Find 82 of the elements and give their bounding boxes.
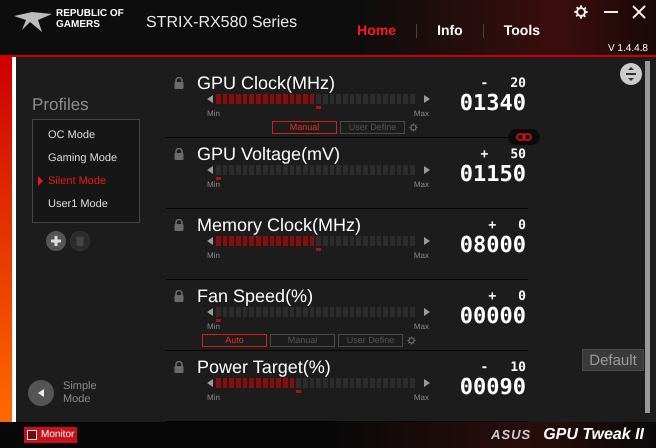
offset-sign: - (480, 76, 488, 91)
min-label: Min (207, 392, 220, 403)
nav-tab[interactable]: Tools (504, 20, 540, 41)
right-arrow-icon[interactable] (424, 236, 430, 245)
min-label: Min (207, 180, 220, 190)
right-arrow-icon[interactable] (424, 166, 430, 174)
brand-text: REPUBLIC OF GAMERS (56, 8, 125, 30)
offset-sign: + (488, 290, 496, 304)
offset-value: 20 (510, 76, 526, 91)
control-title: GPU Clock(MHz) (197, 72, 336, 94)
scrollbar[interactable] (645, 60, 650, 413)
profile-item[interactable]: Gaming Mode (33, 148, 139, 167)
expand-icon[interactable] (620, 62, 642, 85)
gear-icon[interactable] (406, 334, 417, 346)
max-label: Max (414, 392, 429, 403)
window-title: STRIX-RX580 Series (146, 13, 298, 33)
slider-thumb[interactable] (316, 106, 321, 109)
trash-icon (76, 236, 84, 246)
simple-mode-label: Simple Mode (63, 380, 98, 406)
lock-icon[interactable] (174, 360, 184, 373)
selected-arrow-icon (38, 176, 43, 186)
control-title: Fan Speed(%) (197, 284, 314, 307)
profile-item[interactable]: User1 Mode (33, 194, 139, 213)
min-label: Min (207, 108, 220, 119)
settings-icon[interactable] (572, 3, 590, 21)
profiles-heading: Profiles (32, 94, 90, 115)
offset-value: 0 (518, 218, 526, 233)
control-title: GPU Voltage(mV) (197, 142, 342, 165)
maker-logo: ASUS (491, 426, 532, 444)
min-label: Min (207, 250, 220, 261)
lock-icon[interactable] (174, 76, 184, 89)
left-arrow-icon[interactable] (207, 236, 213, 245)
lock-icon[interactable] (174, 290, 184, 302)
left-arrow-icon[interactable] (207, 378, 213, 387)
add-profile-button[interactable] (46, 230, 66, 251)
max-label: Max (414, 180, 429, 190)
value-readout: 08000 (460, 232, 526, 259)
simple-mode-button[interactable] (28, 380, 54, 406)
slider-thumb[interactable] (216, 176, 221, 180)
lock-icon[interactable] (174, 218, 184, 231)
slider-thumb[interactable] (216, 318, 221, 322)
min-label: Min (207, 322, 220, 332)
nav-tab[interactable]: Info (437, 20, 463, 41)
max-label: Max (414, 250, 429, 261)
offset-value: 50 (510, 148, 526, 162)
gear-icon[interactable] (408, 122, 419, 133)
version-label: V 1.4.4.8 (608, 42, 648, 56)
monitor-button[interactable]: Monitor (24, 426, 78, 443)
offset-value: 10 (510, 360, 526, 375)
value-readout: 01340 (460, 90, 526, 117)
left-arrow-icon[interactable] (207, 94, 213, 103)
plus-icon (51, 236, 61, 246)
mode-button[interactable]: Auto (202, 334, 267, 347)
control-title: Power Target(%) (197, 356, 332, 378)
value-readout: 00090 (460, 374, 526, 401)
right-arrow-icon[interactable] (424, 378, 430, 387)
left-arrow-icon (38, 388, 44, 397)
left-arrow-icon[interactable] (207, 166, 213, 174)
offset-sign: - (480, 360, 488, 375)
profile-item[interactable]: Silent Mode (33, 172, 139, 190)
nav-tab[interactable]: Home (357, 20, 396, 41)
monitor-icon (27, 430, 37, 440)
link-icon[interactable] (508, 128, 540, 145)
slider-thumb[interactable] (316, 248, 321, 251)
close-icon[interactable] (632, 5, 646, 19)
value-readout: 01150 (460, 162, 526, 188)
right-arrow-icon[interactable] (424, 308, 430, 316)
right-arrow-icon[interactable] (424, 94, 430, 103)
lock-icon[interactable] (174, 148, 184, 160)
control-title: Memory Clock(MHz) (197, 214, 362, 236)
value-readout: 00000 (460, 304, 526, 330)
profile-item[interactable]: OC Mode (33, 126, 139, 144)
offset-sign: + (480, 148, 488, 162)
default-button[interactable]: Default (582, 348, 644, 371)
mode-button[interactable]: Manual (272, 120, 337, 134)
product-name: GPU Tweak II (543, 424, 644, 445)
max-label: Max (414, 108, 429, 119)
slider-thumb[interactable] (296, 390, 301, 393)
left-arrow-icon[interactable] (207, 308, 213, 316)
max-label: Max (414, 322, 429, 332)
offset-sign: + (488, 218, 496, 233)
offset-value: 0 (518, 290, 526, 304)
